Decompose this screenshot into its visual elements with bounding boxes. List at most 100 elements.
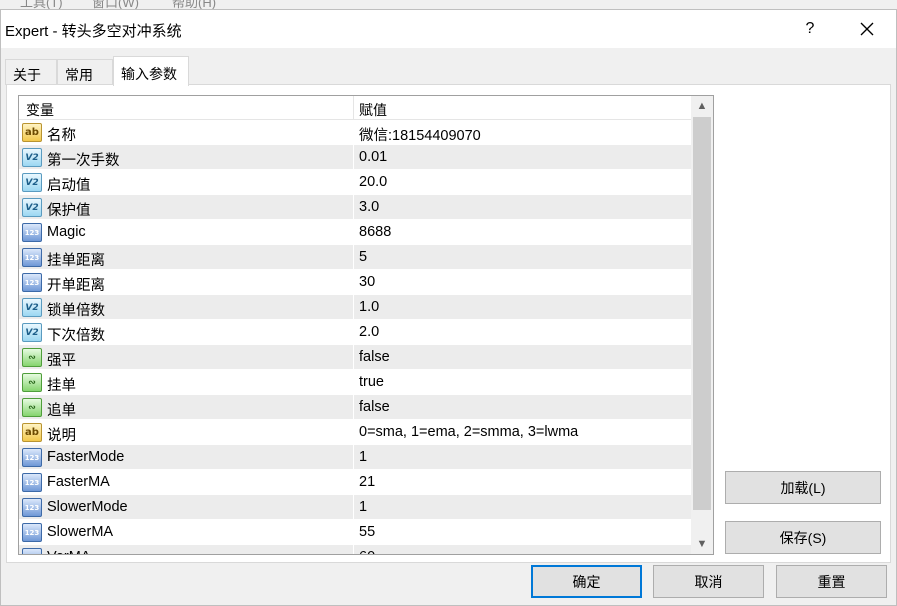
column-divider xyxy=(353,545,354,554)
table-row[interactable]: ab 名称 微信:18154409070 xyxy=(19,120,691,145)
string-type-icon: ab xyxy=(22,123,42,142)
integer-type-icon: 123 xyxy=(22,523,42,542)
double-type-icon: V2 xyxy=(22,323,42,342)
row-value-cell[interactable]: 1.0 xyxy=(359,299,379,315)
column-divider xyxy=(353,495,354,520)
tab-about[interactable]: 关于 xyxy=(5,59,57,85)
row-value-cell[interactable]: 60 xyxy=(359,549,375,554)
row-value-cell[interactable]: 20.0 xyxy=(359,174,387,190)
table-row[interactable]: 123 FasterMode 1 xyxy=(19,445,691,470)
double-type-icon: V2 xyxy=(22,298,42,317)
scroll-down-arrow-icon[interactable]: ▼ xyxy=(691,534,713,554)
double-type-icon: V2 xyxy=(22,198,42,217)
row-value-cell[interactable]: 1 xyxy=(359,449,367,465)
table-row[interactable]: V2 锁单倍数 1.0 xyxy=(19,295,691,320)
column-divider xyxy=(353,270,354,295)
double-type-icon: V2 xyxy=(22,173,42,192)
row-variable-name: 追单 xyxy=(47,403,76,419)
row-value-cell[interactable]: 3.0 xyxy=(359,199,379,215)
column-divider xyxy=(353,520,354,545)
column-divider xyxy=(353,470,354,495)
tab-inputs[interactable]: 输入参数 xyxy=(113,56,189,86)
title-bar: Expert - 转头多空对冲系统 ? xyxy=(1,10,896,48)
table-row[interactable]: ∾ 挂单 true xyxy=(19,370,691,395)
row-value-cell[interactable]: 0=sma, 1=ema, 2=smma, 3=lwma xyxy=(359,424,578,440)
reset-button[interactable]: 重置 xyxy=(776,565,887,598)
row-variable-name: 强平 xyxy=(47,353,76,369)
row-value-cell[interactable]: 55 xyxy=(359,524,375,540)
header-divider[interactable] xyxy=(353,96,354,120)
scroll-thumb[interactable] xyxy=(693,117,711,510)
column-divider xyxy=(353,145,354,170)
row-variable-name: 锁单倍数 xyxy=(47,303,105,319)
help-button[interactable]: ? xyxy=(787,14,833,44)
table-row[interactable]: 123 SlowerMode 1 xyxy=(19,495,691,520)
bool-type-icon: ∾ xyxy=(22,398,42,417)
row-variable-name: 开单距离 xyxy=(47,278,105,294)
header-value[interactable]: 赋值 xyxy=(359,100,387,120)
row-variable-name: 启动值 xyxy=(47,178,91,194)
row-value-cell[interactable]: 30 xyxy=(359,274,375,290)
table-row[interactable]: 123 挂单距离 5 xyxy=(19,245,691,270)
row-variable-name: SlowerMode xyxy=(47,499,128,515)
table-row[interactable]: 123 VorMA 60 xyxy=(19,545,691,554)
row-value-cell[interactable]: 8688 xyxy=(359,224,391,240)
integer-type-icon: 123 xyxy=(22,273,42,292)
tab-common[interactable]: 常用 xyxy=(57,59,113,85)
row-variable-name: 下次倍数 xyxy=(47,328,105,344)
row-variable-name: FasterMode xyxy=(47,449,125,465)
expert-dialog: Expert - 转头多空对冲系统 ? 关于 常用 输入参数 变量 赋值 ab 名… xyxy=(0,9,897,606)
row-value-cell[interactable]: 2.0 xyxy=(359,324,379,340)
table-row[interactable]: 123 Magic 8688 xyxy=(19,220,691,245)
menu-tools: 工具(T) xyxy=(20,0,63,9)
header-variable[interactable]: 变量 xyxy=(26,100,54,120)
cancel-button[interactable]: 取消 xyxy=(653,565,764,598)
row-value-cell[interactable]: 1 xyxy=(359,499,367,515)
inputs-panel: 变量 赋值 ab 名称 微信:18154409070 V2 第一次手数 0.01 V2 启动值… xyxy=(6,84,891,563)
column-divider xyxy=(353,445,354,470)
row-variable-name: 挂单距离 xyxy=(47,253,105,269)
ok-button[interactable]: 确定 xyxy=(531,565,642,598)
table-row[interactable]: V2 下次倍数 2.0 xyxy=(19,320,691,345)
row-variable-name: Magic xyxy=(47,224,86,240)
table-row[interactable]: V2 启动值 20.0 xyxy=(19,170,691,195)
integer-type-icon: 123 xyxy=(22,448,42,467)
load-button[interactable]: 加载(L) xyxy=(725,471,881,504)
column-divider xyxy=(353,395,354,420)
row-value-cell[interactable]: true xyxy=(359,374,384,390)
scroll-up-arrow-icon[interactable]: ▲ xyxy=(691,96,713,116)
table-row[interactable]: 123 开单距离 30 xyxy=(19,270,691,295)
table-row[interactable]: ∾ 强平 false xyxy=(19,345,691,370)
column-divider xyxy=(353,320,354,345)
integer-type-icon: 123 xyxy=(22,223,42,242)
integer-type-icon: 123 xyxy=(22,248,42,267)
table-row[interactable]: 123 FasterMA 21 xyxy=(19,470,691,495)
table-row[interactable]: ∾ 追单 false xyxy=(19,395,691,420)
table-row[interactable]: 123 SlowerMA 55 xyxy=(19,520,691,545)
column-divider xyxy=(353,370,354,395)
row-value-cell[interactable]: false xyxy=(359,399,390,415)
close-button[interactable] xyxy=(844,14,890,44)
menu-window: 窗口(W) xyxy=(92,0,139,9)
window-title: Expert - 转头多空对冲系统 xyxy=(5,23,182,40)
row-value-cell[interactable]: false xyxy=(359,349,390,365)
row-value-cell[interactable]: 0.01 xyxy=(359,149,387,165)
table-row[interactable]: ab 说明 0=sma, 1=ema, 2=smma, 3=lwma xyxy=(19,420,691,445)
grid-header: 变量 赋值 xyxy=(19,96,691,120)
row-variable-name: 保护值 xyxy=(47,203,91,219)
vertical-scrollbar[interactable]: ▲ ▼ xyxy=(691,96,713,554)
row-value-cell[interactable]: 21 xyxy=(359,474,375,490)
table-row[interactable]: V2 第一次手数 0.01 xyxy=(19,145,691,170)
column-divider xyxy=(353,420,354,445)
row-variable-name: 说明 xyxy=(47,428,76,444)
row-value-cell[interactable]: 微信:18154409070 xyxy=(359,124,481,145)
row-variable-name: 挂单 xyxy=(47,378,76,394)
save-button[interactable]: 保存(S) xyxy=(725,521,881,554)
bool-type-icon: ∾ xyxy=(22,373,42,392)
integer-type-icon: 123 xyxy=(22,548,42,554)
bool-type-icon: ∾ xyxy=(22,348,42,367)
row-value-cell[interactable]: 5 xyxy=(359,249,367,265)
row-variable-name: FasterMA xyxy=(47,474,110,490)
table-row[interactable]: V2 保护值 3.0 xyxy=(19,195,691,220)
column-divider xyxy=(353,120,354,145)
